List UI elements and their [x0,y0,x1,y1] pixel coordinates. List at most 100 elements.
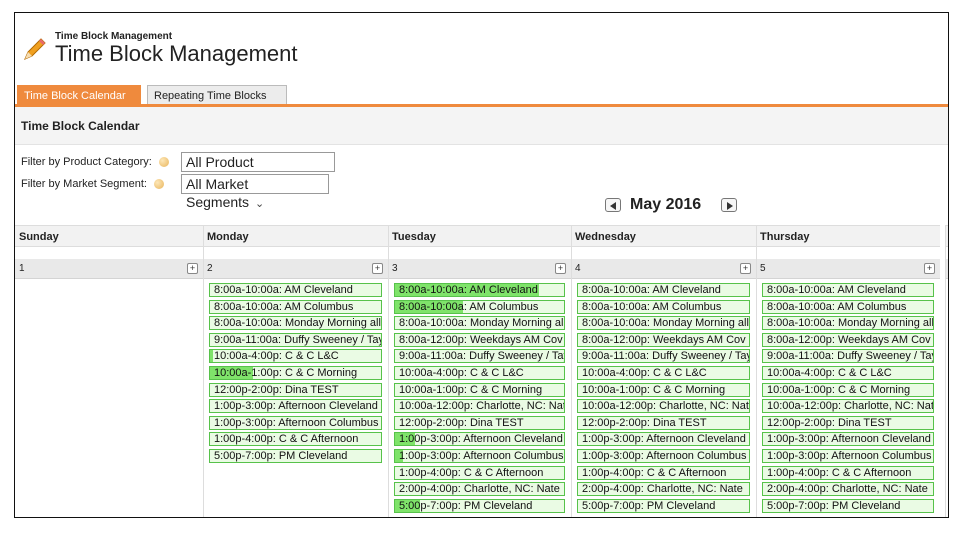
market-filter-label: Filter by Market Segment: [21,178,147,191]
time-block-event[interactable]: 8:00a-10:00a: AM Columbus [577,299,750,314]
time-block-event[interactable]: 1:00p-3:00p: Afternoon Cleveland [577,432,750,447]
time-block-event[interactable]: 5:00p-7:00p: PM Cleveland [577,498,750,513]
event-label: 10:00a-1:00p: C & C Morning [582,383,726,396]
event-label: 10:00a-4:00p: C & C L&C [582,366,707,379]
time-block-event[interactable]: 9:00a-11:00a: Duffy Sweeney / Tay [209,332,382,347]
time-block-event[interactable]: 8:00a-10:00a: AM Columbus [209,299,382,314]
time-block-event[interactable]: 8:00a-12:00p: Weekdays AM Cov [577,332,750,347]
time-block-event[interactable]: 5:00p-7:00p: PM Cleveland [762,498,934,513]
time-block-event[interactable]: 8:00a-10:00a: AM Cleveland [762,283,934,297]
time-block-event[interactable]: 8:00a-10:00a: AM Cleveland [577,283,750,297]
time-block-event[interactable]: 12:00p-2:00p: Dina TEST [762,415,934,430]
day-header: Wednesday [571,225,756,247]
chevron-down-icon: ⌄ [255,198,265,210]
event-label: 9:00a-11:00a: Duffy Sweeney / Tay [767,350,934,363]
time-block-event[interactable]: 8:00a-12:00p: Weekdays AM Cov [394,332,565,347]
next-month-icon[interactable] [721,198,737,212]
date-cell: 4 + [571,259,756,279]
time-block-event[interactable]: 10:00a-4:00p: C & C L&C [577,365,750,380]
time-block-event[interactable]: 8:00a-10:00a: Monday Morning all [394,316,565,331]
section-header: Time Block Calendar [15,107,948,145]
time-block-event[interactable]: 8:00a-12:00p: Weekdays AM Cov [762,332,934,347]
product-category-select[interactable]: All Product Categories⌄ [181,152,335,188]
time-block-event[interactable]: 9:00a-11:00a: Duffy Sweeney / Tay [394,349,565,364]
event-label: 9:00a-11:00a: Duffy Sweeney / Tay [399,350,565,363]
time-block-event[interactable]: 5:00p-7:00p: PM Cleveland [394,498,565,513]
time-block-event[interactable]: 8:00a-10:00a: AM Cleveland [394,283,565,297]
booking-fill [210,350,214,363]
day-header: Sunday [15,225,203,247]
time-block-event[interactable]: 8:00a-10:00a: Monday Morning all [762,316,934,331]
event-label: 2:00p-4:00p: Charlotte, NC: Nate [582,483,743,496]
date-cell: 3 + [388,259,571,279]
time-block-event[interactable]: 10:00a-12:00p: Charlotte, NC: Nate [762,399,934,414]
event-label: 8:00a-10:00a: Monday Morning all [767,317,934,330]
add-time-block-icon[interactable]: + [555,263,566,274]
market-segment-select[interactable]: All Market Segments ⌄ [181,174,329,210]
day-header: Tuesday [388,225,571,247]
page-title: Time Block Management [55,41,298,66]
time-block-event[interactable]: 10:00a-4:00p: C & C L&C [209,349,382,364]
event-label: 5:00p-7:00p: PM Cleveland [399,499,533,512]
event-label: 8:00a-10:00a: Monday Morning all [214,317,381,330]
time-block-event[interactable]: 1:00p-4:00p: C & C Afternoon [762,465,934,480]
time-block-event[interactable]: 8:00a-10:00a: AM Cleveland [209,283,382,297]
time-block-event[interactable]: 1:00p-3:00p: Afternoon Cleveland [762,432,934,447]
time-block-event[interactable]: 1:00p-3:00p: Afternoon Columbus [762,448,934,463]
time-block-event[interactable]: 10:00a-1:00p: C & C Morning [762,382,934,397]
time-block-event[interactable]: 5:00p-7:00p: PM Cleveland [209,448,382,463]
time-block-event[interactable]: 2:00p-4:00p: Charlotte, NC: Nate [762,482,934,497]
date-cell: 1 + [15,259,203,279]
time-block-event[interactable]: 9:00a-11:00a: Duffy Sweeney / Tay [577,349,750,364]
event-label: 5:00p-7:00p: PM Cleveland [214,449,348,462]
event-label: 12:00p-2:00p: Dina TEST [214,383,339,396]
event-label: 10:00a-4:00p: C & C L&C [399,366,524,379]
event-label: 8:00a-12:00p: Weekdays AM Cov [399,333,563,346]
time-block-event[interactable]: 10:00a-1:00p: C & C Morning [394,382,565,397]
time-block-event[interactable]: 1:00p-3:00p: Afternoon Columbus [577,448,750,463]
previous-month-icon[interactable] [605,198,621,212]
date-number: 4 [575,263,581,274]
time-block-event[interactable]: 2:00p-4:00p: Charlotte, NC: Nate [577,482,750,497]
event-label: 12:00p-2:00p: Dina TEST [582,416,707,429]
event-label: 5:00p-7:00p: PM Cleveland [767,499,901,512]
event-list: 8:00a-10:00a: AM Cleveland 8:00a-10:00a: … [394,283,565,515]
time-block-event[interactable]: 8:00a-10:00a: Monday Morning all [209,316,382,331]
event-label: 10:00a-12:00p: Charlotte, NC: Nate [399,400,565,413]
add-time-block-icon[interactable]: + [924,263,935,274]
add-time-block-icon[interactable]: + [372,263,383,274]
time-block-event[interactable]: 8:00a-10:00a: AM Columbus [762,299,934,314]
product-filter-row: Filter by Product Category: [21,156,169,168]
day-header: Thursday [756,225,940,247]
time-block-event[interactable]: 9:00a-11:00a: Duffy Sweeney / Tay [762,349,934,364]
add-time-block-icon[interactable]: + [740,263,751,274]
time-block-event[interactable]: 10:00a-1:00p: C & C Morning [577,382,750,397]
time-block-event[interactable]: 12:00p-2:00p: Dina TEST [209,382,382,397]
tab-repeating-time-blocks[interactable]: Repeating Time Blocks [147,85,287,105]
time-block-event[interactable]: 2:00p-4:00p: Charlotte, NC: Nate [394,482,565,497]
time-block-event[interactable]: 12:00p-2:00p: Dina TEST [577,415,750,430]
time-block-event[interactable]: 1:00p-4:00p: C & C Afternoon [577,465,750,480]
time-block-event[interactable]: 1:00p-4:00p: C & C Afternoon [394,465,565,480]
time-block-event[interactable]: 10:00a-1:00p: C & C Morning [209,365,382,380]
event-label: 8:00a-10:00a: AM Columbus [214,300,354,313]
time-block-event[interactable]: 10:00a-4:00p: C & C L&C [394,365,565,380]
event-label: 1:00p-3:00p: Afternoon Columbus [582,449,747,462]
help-icon[interactable] [158,157,169,168]
time-block-event[interactable]: 10:00a-12:00p: Charlotte, NC: Nate [577,399,750,414]
time-block-event[interactable]: 10:00a-4:00p: C & C L&C [762,365,934,380]
time-block-event[interactable]: 1:00p-3:00p: Afternoon Cleveland [209,399,382,414]
time-block-event[interactable]: 10:00a-12:00p: Charlotte, NC: Nate [394,399,565,414]
time-block-event[interactable]: 8:00a-10:00a: AM Columbus [394,299,565,314]
time-block-event[interactable]: 1:00p-3:00p: Afternoon Columbus [394,448,565,463]
event-label: 1:00p-3:00p: Afternoon Cleveland [582,433,746,446]
add-time-block-icon[interactable]: + [187,263,198,274]
event-label: 8:00a-12:00p: Weekdays AM Cov [767,333,931,346]
time-block-event[interactable]: 1:00p-4:00p: C & C Afternoon [209,432,382,447]
time-block-event[interactable]: 12:00p-2:00p: Dina TEST [394,415,565,430]
help-icon[interactable] [154,179,164,190]
time-block-event[interactable]: 1:00p-3:00p: Afternoon Cleveland [394,432,565,447]
time-block-event[interactable]: 8:00a-10:00a: Monday Morning all [577,316,750,331]
tab-time-block-calendar[interactable]: Time Block Calendar [17,85,141,105]
time-block-event[interactable]: 1:00p-3:00p: Afternoon Columbus [209,415,382,430]
